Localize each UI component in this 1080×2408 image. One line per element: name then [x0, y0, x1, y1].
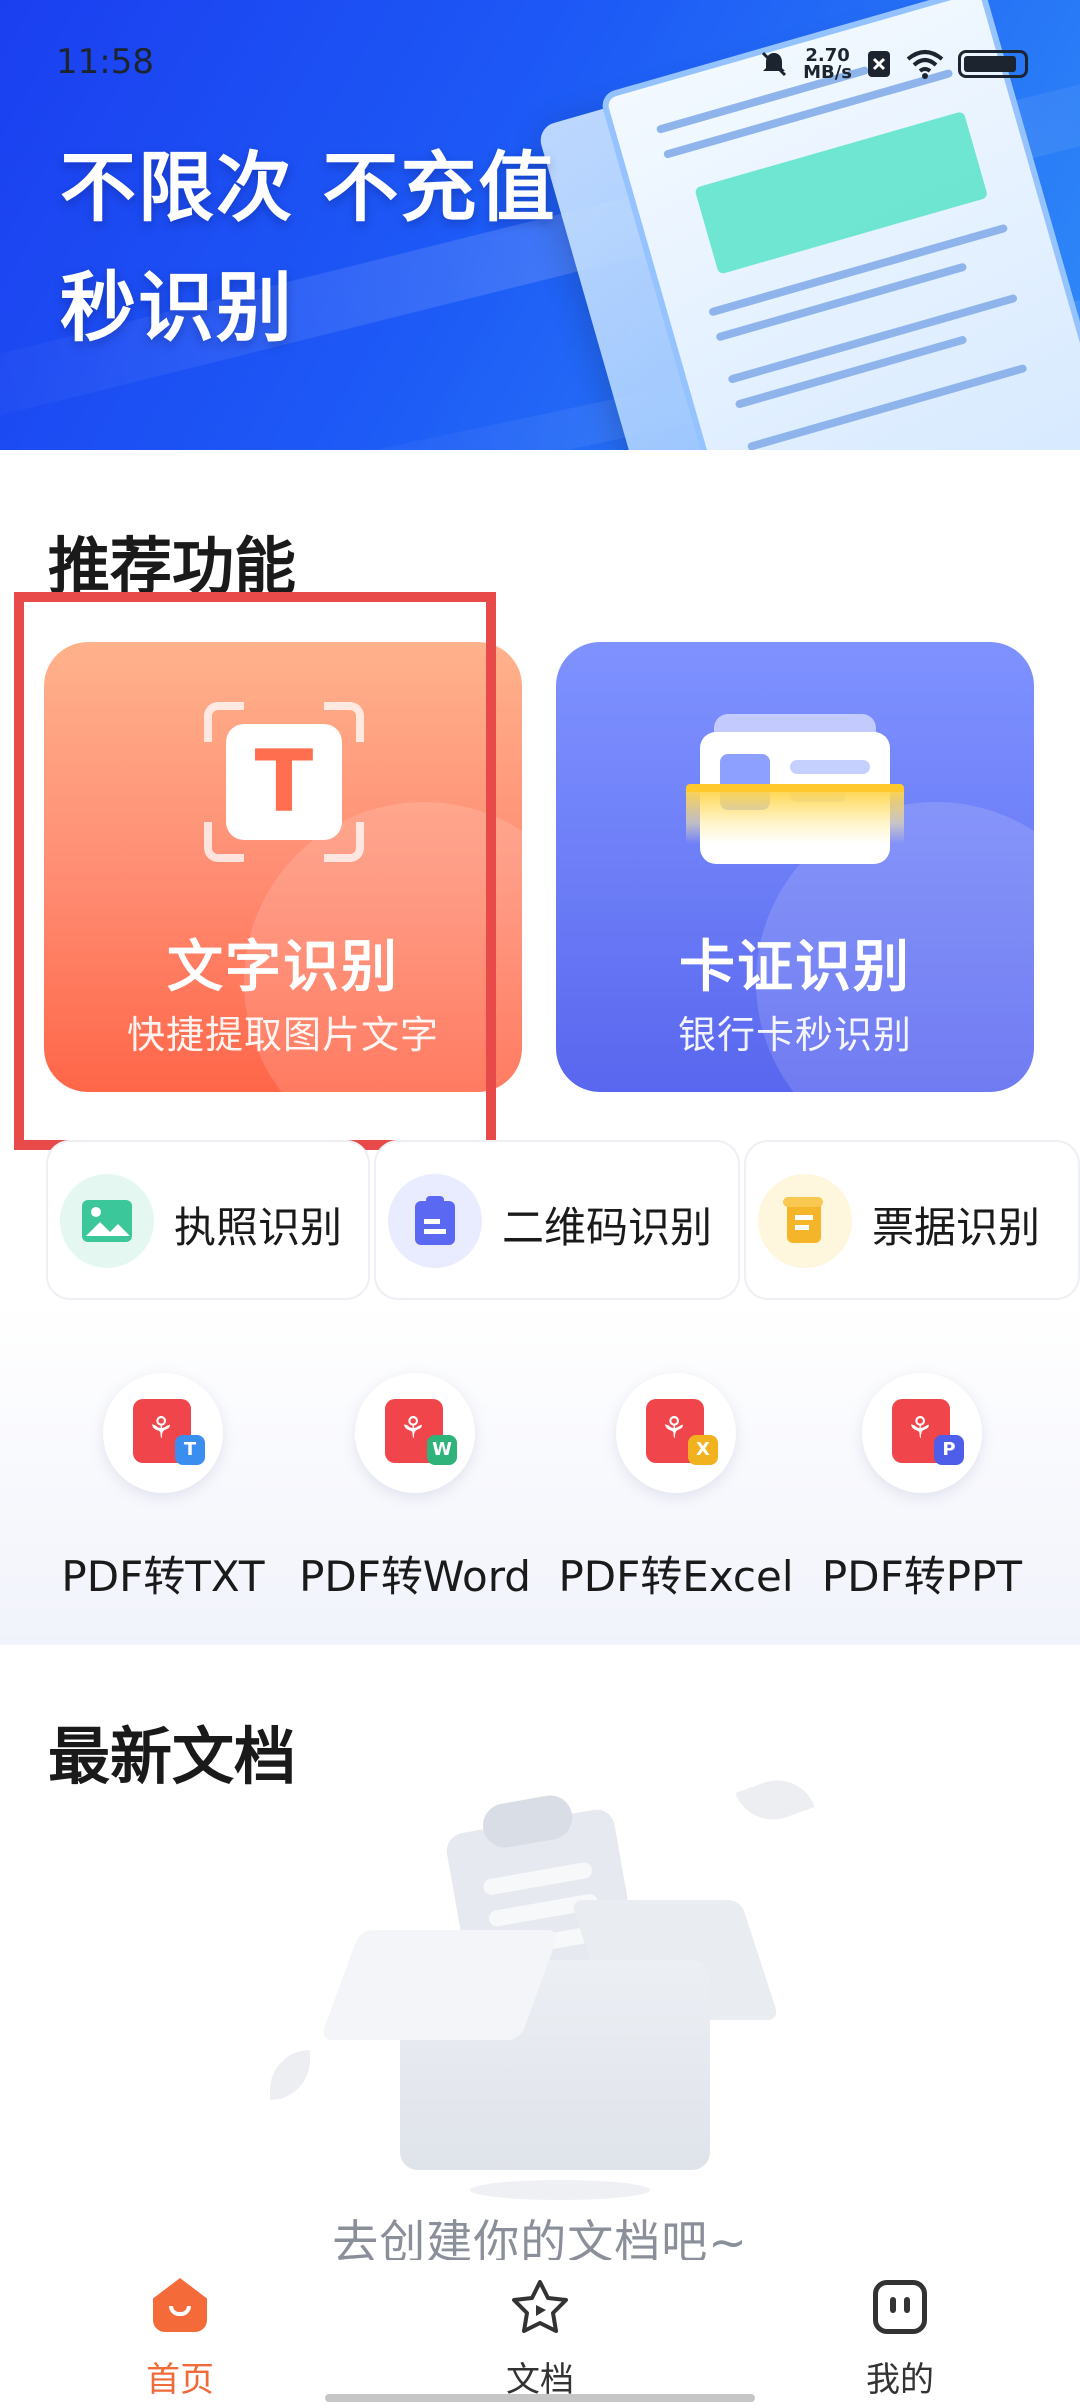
id-card-scan-icon	[686, 714, 904, 864]
qr-code-recognition-button[interactable]: 二维码识别	[374, 1140, 740, 1300]
status-icons: 2.70 MB/s	[759, 44, 1028, 84]
pdf-to-excel-button[interactable]: ⚘ X PDF转Excel	[558, 1373, 794, 1613]
banner-title-line1: 不限次 不充值	[60, 143, 557, 232]
nav-label: 首页	[146, 2360, 214, 2400]
pdf-to-txt-button[interactable]: ⚘ T PDF转TXT	[48, 1373, 278, 1613]
card-subtitle: 银行卡秒识别	[677, 1013, 912, 1057]
bottom-navigation: 首页 文档 我的	[0, 2260, 1080, 2408]
nav-mine[interactable]: 我的	[810, 2278, 990, 2400]
network-speed: 2.70 MB/s	[803, 45, 852, 83]
receipt-recognition-button[interactable]: 票据识别	[744, 1140, 1080, 1300]
license-recognition-button[interactable]: 执照识别	[46, 1140, 370, 1300]
document-star-icon	[512, 2280, 568, 2333]
excel-badge-icon: X	[688, 1435, 718, 1465]
ppt-badge-icon: P	[934, 1435, 964, 1465]
nav-home[interactable]: 首页	[90, 2278, 270, 2400]
pdf-to-ppt-button[interactable]: ⚘ P PDF转PPT	[807, 1373, 1037, 1613]
highlight-frame	[14, 592, 496, 1150]
wifi-icon	[906, 50, 944, 79]
pdf-tool-label: PDF转TXT	[61, 1552, 265, 1601]
empty-box-illustration	[250, 1769, 830, 2200]
pdf-tool-label: PDF转Excel	[558, 1552, 794, 1601]
receipt-icon	[758, 1174, 852, 1268]
home-indicator[interactable]	[325, 2394, 755, 2402]
pill-label: 二维码识别	[502, 1203, 713, 1252]
card-title: 卡证识别	[679, 935, 911, 1000]
pill-label: 票据识别	[872, 1203, 1041, 1252]
id-card-recognition-card[interactable]: 卡证识别 银行卡秒识别	[556, 642, 1034, 1092]
txt-badge-icon: T	[175, 1435, 205, 1465]
status-bar: 11:58 2.70 MB/s	[0, 0, 1080, 120]
battery-icon	[958, 50, 1028, 78]
clipboard-icon	[388, 1174, 482, 1268]
image-icon	[60, 1174, 154, 1268]
sim-icon	[868, 51, 890, 77]
word-badge-icon: W	[427, 1435, 457, 1465]
pill-label: 执照识别	[174, 1203, 343, 1252]
pdf-tool-label: PDF转Word	[299, 1552, 531, 1601]
status-time: 11:58	[56, 42, 154, 82]
pdf-tool-label: PDF转PPT	[821, 1552, 1023, 1601]
profile-icon	[873, 2280, 927, 2334]
pdf-to-word-button[interactable]: ⚘ W PDF转Word	[299, 1373, 531, 1613]
nav-documents[interactable]: 文档	[450, 2278, 630, 2400]
home-icon	[153, 2278, 207, 2332]
banner-title-line2: 秒识别	[60, 263, 294, 352]
mute-bell-icon	[762, 51, 787, 77]
nav-label: 我的	[866, 2360, 934, 2400]
